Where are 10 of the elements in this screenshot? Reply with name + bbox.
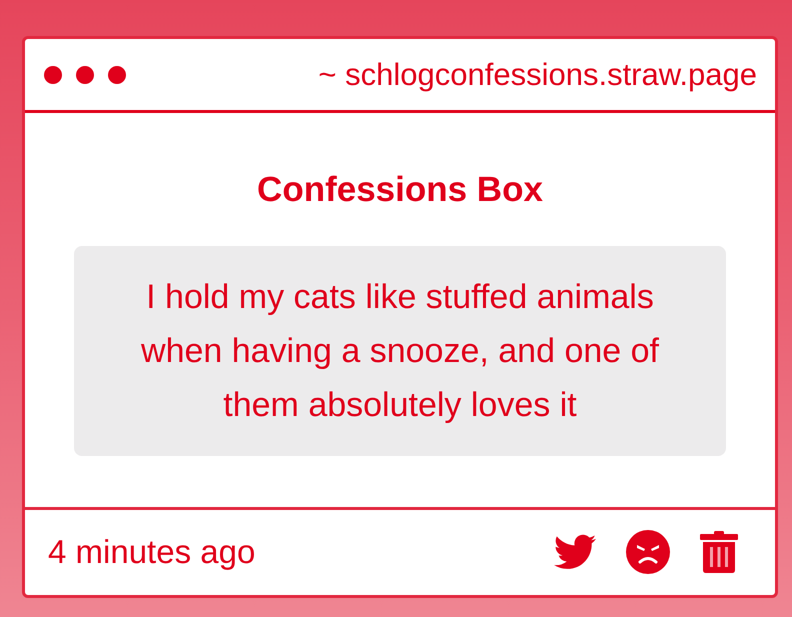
dot-icon: [76, 66, 94, 84]
confession-message: I hold my cats like stuffed animals when having a snooze, and one of them absolutely loves it: [74, 246, 726, 456]
bird-icon[interactable]: [554, 534, 596, 569]
dot-icon: [44, 66, 62, 84]
angry-face-icon[interactable]: [626, 530, 670, 574]
page-url: ~ schlogconfessions.straw.page: [318, 56, 757, 92]
dot-icon: [108, 66, 126, 84]
box-title: Confessions Box: [257, 169, 543, 211]
timestamp: 4 minutes ago: [48, 532, 256, 570]
trash-icon[interactable]: [700, 530, 738, 572]
